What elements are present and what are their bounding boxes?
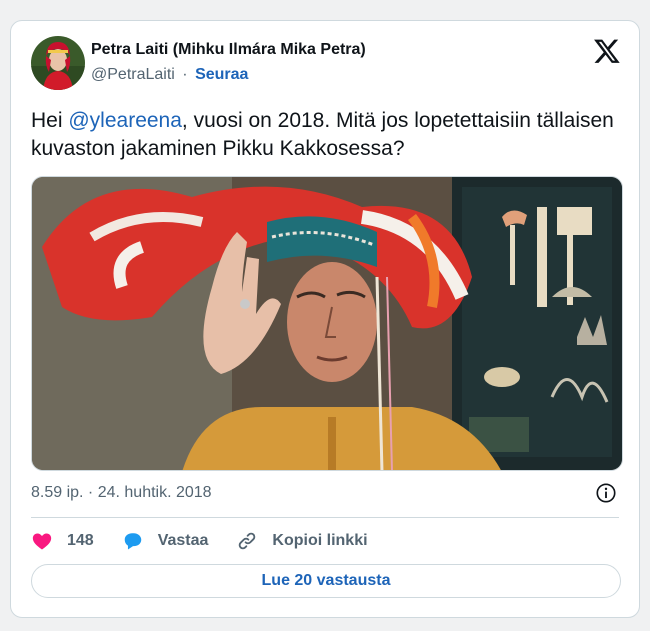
read-replies-button[interactable]: Lue 20 vastausta: [31, 564, 621, 598]
mention-link[interactable]: @yleareena: [68, 109, 182, 132]
reply-bubble-icon: [124, 533, 141, 550]
follow-link[interactable]: Seuraa: [195, 66, 248, 83]
link-icon: [239, 532, 256, 550]
copy-link-label: Kopioi linkki: [272, 532, 368, 549]
tweet-text-start: Hei: [31, 109, 69, 132]
separator-dot: ·: [182, 66, 188, 83]
heart-icon: [32, 533, 52, 550]
media-illustration: [32, 177, 622, 470]
divider: [31, 517, 619, 518]
avatar-image: [31, 36, 85, 90]
reply-button[interactable]: Vastaa: [122, 530, 209, 552]
x-logo-icon[interactable]: [593, 37, 621, 65]
tweet-media-image[interactable]: [31, 176, 623, 471]
avatar[interactable]: [31, 36, 85, 90]
action-bar: 148 Vastaa Kopioi linkki: [31, 529, 396, 553]
copy-link-button[interactable]: Kopioi linkki: [236, 530, 368, 552]
reply-label: Vastaa: [157, 532, 209, 549]
timestamp[interactable]: 8.59 ip. · 24. huhtik. 2018: [31, 484, 212, 502]
like-button[interactable]: 148: [31, 530, 94, 552]
display-name[interactable]: Petra Laiti (Mihku Ilmára Mika Petra): [91, 41, 366, 58]
tweet-text: Hei @yleareena, vuosi on 2018. Mitä jos …: [31, 107, 621, 163]
tweet-card: Petra Laiti (Mihku Ilmára Mika Petra) @P…: [10, 20, 640, 618]
user-handle[interactable]: @PetraLaiti: [91, 66, 175, 83]
info-icon[interactable]: [595, 482, 617, 504]
like-count: 148: [67, 532, 94, 549]
